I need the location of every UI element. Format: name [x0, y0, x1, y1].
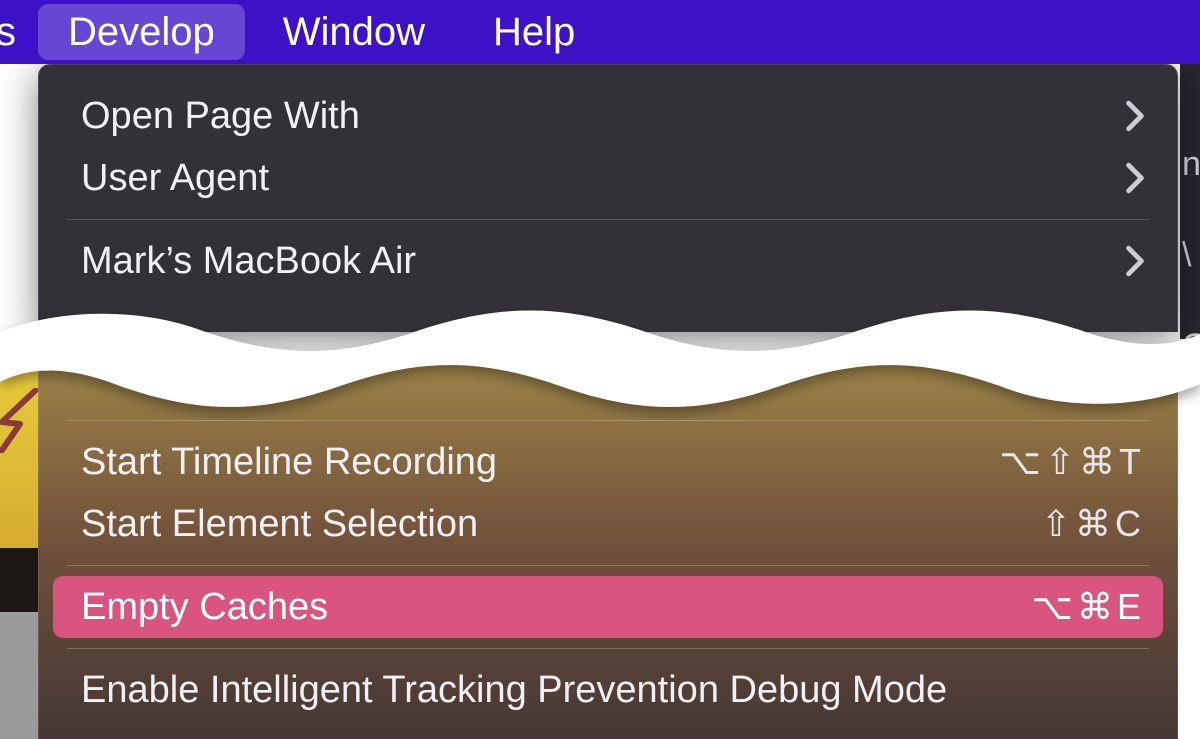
- menubar-item-develop[interactable]: Develop: [38, 4, 245, 60]
- develop-menu-top: Open Page With User Agent Mark’s MacBook…: [38, 64, 1178, 332]
- menu-item-start-timeline-recording[interactable]: Start Timeline Recording ⌥⇧⌘T: [39, 431, 1177, 493]
- menu-separator: [67, 219, 1149, 220]
- menubar-item-window[interactable]: Window: [253, 4, 455, 60]
- background-lightning-icon: [0, 388, 38, 453]
- background-black: [0, 548, 38, 613]
- menu-item-shortcut: ⌥⇧⌘T: [999, 441, 1145, 483]
- menu-item-empty-caches[interactable]: Empty Caches ⌥⌘E: [53, 576, 1163, 638]
- menu-item-start-element-selection[interactable]: Start Element Selection ⇧⌘C: [39, 493, 1177, 555]
- menu-item-label: Empty Caches: [81, 586, 1032, 629]
- menu-item-label: Enable Intelligent Tracking Prevention D…: [81, 669, 1145, 712]
- menu-item-label: Mark’s MacBook Air: [81, 240, 1125, 283]
- menu-item-shortcut: ⇧⌘C: [1041, 503, 1145, 545]
- chevron-right-icon: [1125, 100, 1145, 132]
- chevron-right-icon: [1125, 162, 1145, 194]
- background-right-sliver: n \ G: [1180, 64, 1200, 339]
- menu-item-label: Start Element Selection: [81, 503, 1041, 546]
- menu-item-shortcut: ⌥⌘E: [1032, 586, 1146, 628]
- menu-item-label: Open Page With: [81, 95, 1125, 138]
- menu-item-open-page-with[interactable]: Open Page With: [39, 85, 1177, 147]
- menu-item-label: User Agent: [81, 157, 1125, 200]
- menu-item-user-agent[interactable]: User Agent: [39, 147, 1177, 209]
- menu-item-device[interactable]: Mark’s MacBook Air: [39, 230, 1177, 292]
- chevron-right-icon: [1125, 245, 1145, 277]
- menu-item-label: Start Timeline Recording: [81, 441, 999, 484]
- menu-separator: [67, 420, 1149, 421]
- background-gray: [0, 612, 38, 739]
- menu-separator: [67, 565, 1149, 566]
- develop-menu-bottom: Start Timeline Recording ⌥⇧⌘T Start Elem…: [38, 360, 1178, 739]
- menu-item-enable-itp-debug[interactable]: Enable Intelligent Tracking Prevention D…: [39, 659, 1177, 721]
- menu-separator: [67, 648, 1149, 649]
- menubar-item-help[interactable]: Help: [463, 4, 605, 60]
- menubar-prev-fragment: s: [0, 0, 34, 64]
- menubar: s Develop Window Help: [0, 0, 1200, 64]
